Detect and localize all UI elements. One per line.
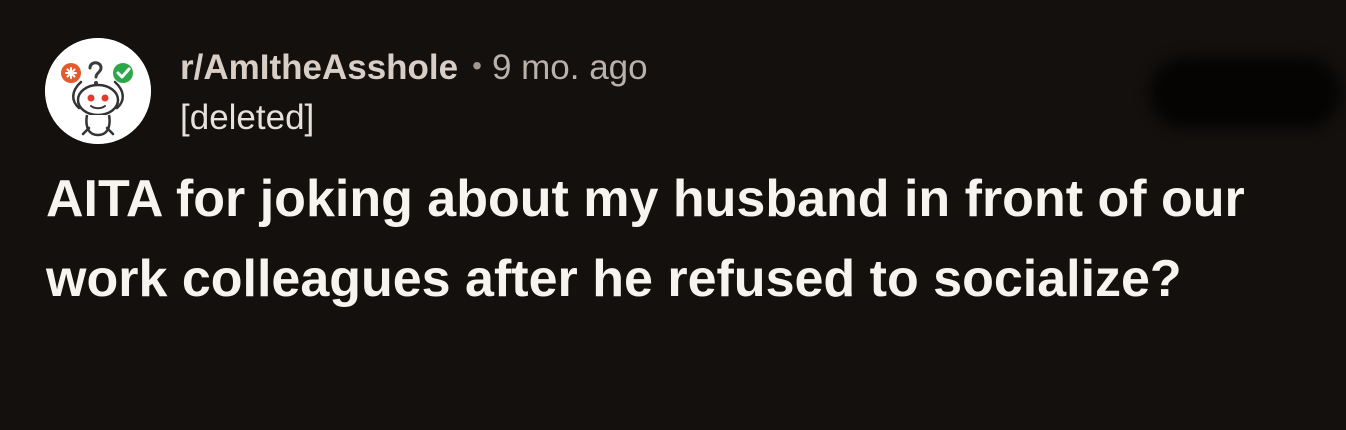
subreddit-avatar[interactable]: [45, 38, 151, 144]
redacted-area: [1150, 58, 1340, 128]
post-header: r/AmItheAsshole • 9 mo. ago [deleted] AI…: [0, 0, 1346, 430]
post-time: 9 mo. ago: [491, 48, 648, 87]
post-title[interactable]: AITA for joking about my husband in fron…: [46, 159, 1316, 319]
reddit-snoo-avatar-icon: [45, 38, 151, 144]
post-meta: r/AmItheAsshole • 9 mo. ago: [180, 44, 648, 92]
author-name[interactable]: [deleted]: [180, 98, 314, 138]
meta-separator: •: [472, 50, 482, 81]
subreddit-link[interactable]: r/AmItheAsshole: [180, 48, 458, 88]
